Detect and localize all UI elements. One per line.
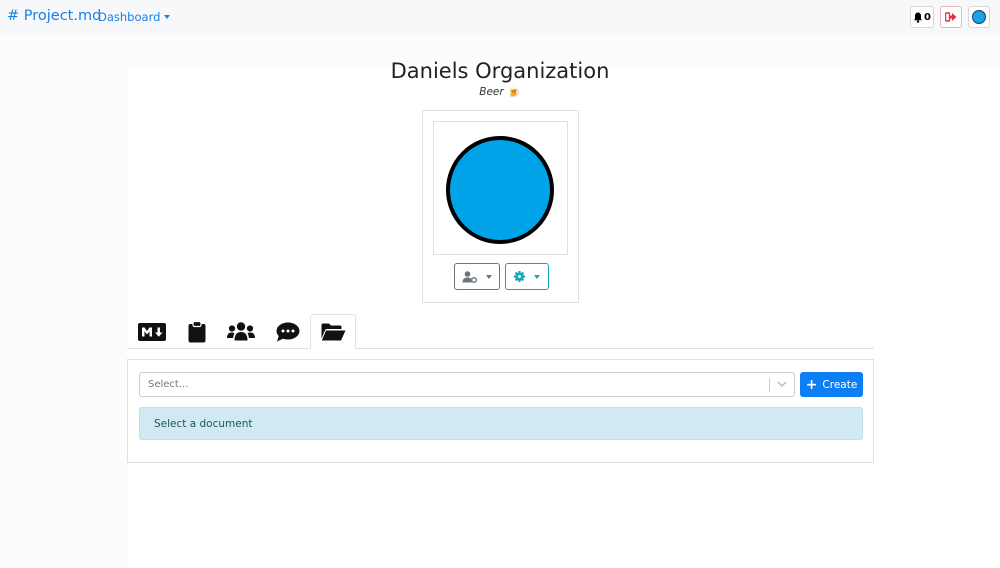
notifications-button[interactable]: 0 — [910, 6, 934, 28]
sign-out-icon — [945, 12, 957, 22]
page-subtitle: Beer 🍺 — [0, 85, 1000, 98]
logout-button[interactable] — [940, 6, 962, 28]
organization-avatar — [446, 136, 554, 244]
page-title: Daniels Organization — [390, 59, 610, 83]
tab-comments[interactable] — [265, 314, 311, 349]
markdown-icon — [138, 322, 166, 341]
bell-icon — [913, 12, 923, 23]
dashboard-dropdown[interactable]: Dashboard — [98, 10, 171, 24]
clipboard-icon — [188, 320, 206, 342]
subtitle-text: Beer — [479, 86, 504, 98]
plus-icon: + — [805, 376, 818, 393]
gear-icon — [514, 271, 525, 282]
caret-down-icon — [164, 15, 171, 19]
caret-down-icon — [486, 274, 492, 279]
dashboard-label: Dashboard — [98, 10, 161, 24]
avatar — [972, 10, 986, 24]
settings-dropdown-button[interactable] — [505, 263, 549, 290]
create-document-button[interactable]: + Create — [800, 372, 863, 397]
create-label: Create — [822, 378, 858, 391]
folder-open-icon — [321, 323, 345, 340]
chevron-down-icon[interactable] — [777, 380, 787, 388]
navbar: # Project.md Dashboard 0 — [0, 0, 1000, 34]
organization-avatar-frame — [433, 121, 568, 255]
members-dropdown-button[interactable] — [454, 263, 500, 290]
comment-icon — [276, 322, 300, 341]
user-avatar-button[interactable] — [968, 6, 990, 28]
user-cog-icon — [462, 270, 477, 283]
document-select-placeholder: Select... — [148, 379, 189, 390]
documents-panel: Select... + Create Select a document — [127, 359, 874, 463]
tab-markdown[interactable] — [129, 314, 175, 349]
tab-members[interactable] — [218, 314, 264, 349]
alert-text: Select a document — [154, 418, 253, 430]
users-icon — [227, 322, 255, 341]
brand-link[interactable]: # Project.md — [7, 8, 101, 24]
notification-count: 0 — [924, 11, 931, 23]
tab-bar — [127, 314, 874, 349]
tab-documents[interactable] — [310, 314, 356, 349]
organization-card — [422, 110, 579, 303]
tab-clipboard[interactable] — [174, 314, 220, 349]
document-select[interactable]: Select... — [139, 372, 795, 397]
beer-icon: 🍺 — [507, 85, 521, 98]
select-separator — [769, 378, 770, 392]
caret-down-icon — [534, 274, 540, 279]
select-document-alert: Select a document — [139, 407, 863, 440]
